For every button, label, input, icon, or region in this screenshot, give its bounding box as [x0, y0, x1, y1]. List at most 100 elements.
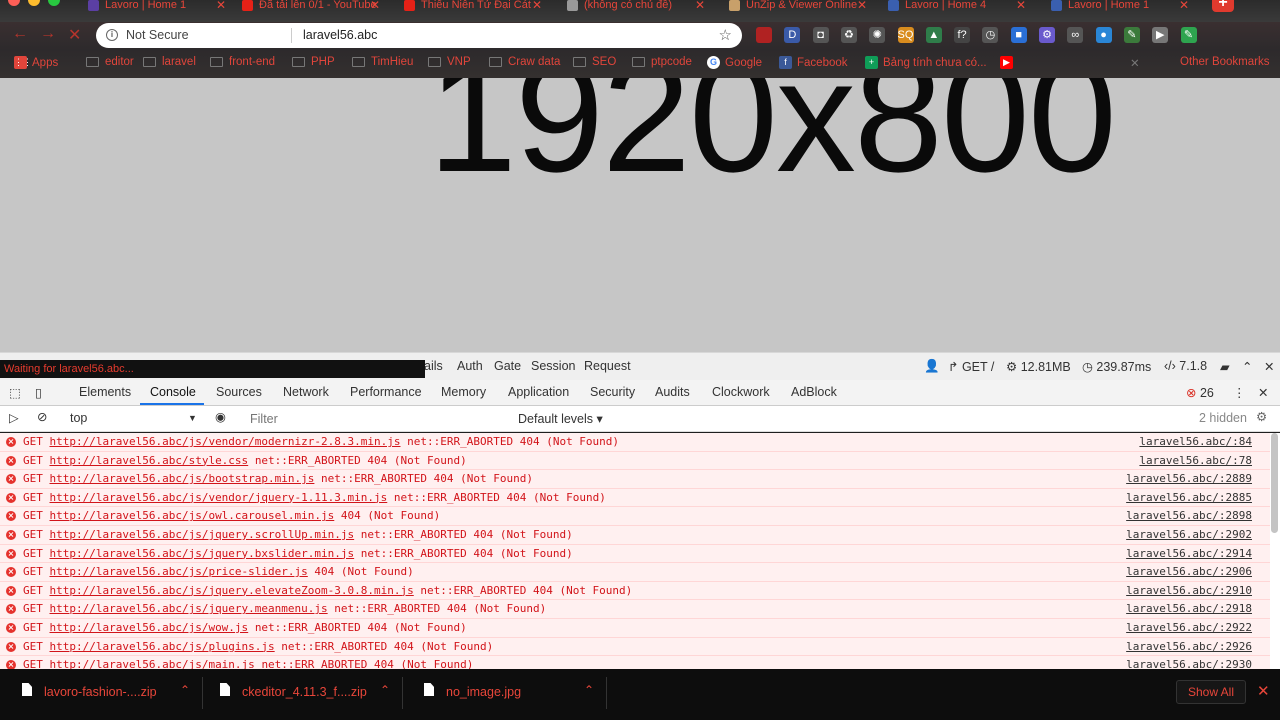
- source-link[interactable]: laravel56.abc/:2918: [1126, 602, 1252, 615]
- request-url-link[interactable]: http://laravel56.abc/style.css: [50, 454, 249, 467]
- source-link[interactable]: laravel56.abc/:2898: [1126, 509, 1252, 522]
- forward-arrow-icon[interactable]: →: [40, 25, 56, 43]
- source-link[interactable]: laravel56.abc/:2930: [1126, 658, 1252, 669]
- hidden-count[interactable]: 2 hidden: [1199, 411, 1247, 425]
- close-debugbar-icon[interactable]: ✕: [1264, 359, 1274, 374]
- play-icon[interactable]: ▶: [1152, 27, 1169, 43]
- close-shelf-icon[interactable]: ✕: [1257, 682, 1270, 700]
- clear-console-icon[interactable]: ⊘: [37, 409, 47, 424]
- tab-close-icon[interactable]: ✕: [532, 0, 542, 12]
- color-picker-icon[interactable]: ✎: [1180, 27, 1197, 43]
- source-link[interactable]: laravel56.abc/:2885: [1126, 491, 1252, 504]
- bookmark-folder[interactable]: laravel: [143, 56, 196, 68]
- ublock-icon[interactable]: [756, 27, 772, 43]
- address-bar[interactable]: i Not Secure laravel56.abc ☆: [96, 23, 742, 48]
- bookmark-folder[interactable]: TimHieu: [352, 56, 413, 68]
- clock-icon[interactable]: ◷: [982, 27, 999, 43]
- bookmarks-close-icon[interactable]: ✕: [1130, 56, 1140, 70]
- debugbar-tab[interactable]: Gate: [494, 359, 521, 373]
- devtools-tab-audits[interactable]: Audits: [655, 385, 690, 399]
- tab-close-icon[interactable]: ✕: [1016, 0, 1026, 12]
- chevron-up-icon[interactable]: ⌃: [1242, 359, 1252, 374]
- devtools-tab-network[interactable]: Network: [283, 385, 329, 399]
- chevron-up-icon[interactable]: ⌃: [584, 683, 594, 697]
- bookmark-folder[interactable]: PHP: [292, 56, 335, 68]
- new-tab-button[interactable]: +: [1212, 0, 1234, 12]
- debugbar-tab[interactable]: Request: [584, 359, 631, 373]
- browser-tab[interactable]: Lavoro | Home 1 ✕: [1045, 0, 1195, 16]
- bookmark-star-icon[interactable]: ☆: [719, 26, 732, 44]
- route-method[interactable]: ↱ GET /: [948, 359, 994, 374]
- devtools-tab-security[interactable]: Security: [590, 385, 635, 399]
- devtools-tab-console[interactable]: Console: [150, 385, 196, 399]
- debugbar-tab[interactable]: Session: [531, 359, 575, 373]
- url-text[interactable]: laravel56.abc: [303, 28, 377, 42]
- request-url-link[interactable]: http://laravel56.abc/js/jquery.meanmenu.…: [50, 602, 328, 615]
- stop-loading-icon[interactable]: ✕: [68, 25, 81, 45]
- device-toolbar-icon[interactable]: ▯: [35, 385, 42, 400]
- request-url-link[interactable]: http://laravel56.abc/js/price-slider.js: [50, 565, 308, 578]
- bookmark-google[interactable]: G Google: [707, 56, 762, 69]
- tab-close-icon[interactable]: ✕: [1179, 0, 1189, 12]
- console-settings-icon[interactable]: ⚙: [1256, 409, 1267, 424]
- request-url-link[interactable]: http://laravel56.abc/js/vendor/modernizr…: [50, 435, 401, 448]
- debugbar-tab[interactable]: Auth: [457, 359, 483, 373]
- recycle-icon[interactable]: ♻: [840, 27, 857, 43]
- source-link[interactable]: laravel56.abc/:2910: [1126, 584, 1252, 597]
- tab-close-icon[interactable]: ✕: [216, 0, 226, 12]
- context-select[interactable]: top ▼: [70, 411, 200, 425]
- globe-icon[interactable]: ●: [1095, 27, 1112, 43]
- bookmark-youtube[interactable]: ▶: [1000, 56, 1018, 69]
- inspect-element-icon[interactable]: ⬚: [9, 385, 21, 400]
- bookmark-folder[interactable]: editor: [86, 56, 134, 68]
- chart-icon[interactable]: ▲: [925, 27, 942, 43]
- maximize-window-button[interactable]: [48, 0, 60, 6]
- download-item[interactable]: no_image.jpg: [446, 685, 521, 699]
- source-link[interactable]: laravel56.abc/:2926: [1126, 640, 1252, 653]
- pen-icon[interactable]: ✎: [1123, 27, 1140, 43]
- close-window-button[interactable]: [8, 0, 20, 6]
- sidebar-toggle-icon[interactable]: ▷: [9, 410, 19, 425]
- devtools-tab-memory[interactable]: Memory: [441, 385, 486, 399]
- browser-tab[interactable]: UnZip & Viewer Online ✕: [723, 0, 873, 16]
- minimize-window-button[interactable]: [28, 0, 40, 6]
- request-url-link[interactable]: http://laravel56.abc/js/vendor/jquery-1.…: [50, 491, 388, 504]
- seo-quake-icon[interactable]: SQ: [897, 27, 914, 43]
- eye-icon[interactable]: ◉: [215, 409, 226, 424]
- request-url-link[interactable]: http://laravel56.abc/js/wow.js: [50, 621, 249, 634]
- settings-icon[interactable]: ⚙: [1039, 27, 1055, 43]
- link-icon[interactable]: ∞: [1067, 27, 1084, 43]
- source-link[interactable]: laravel56.abc/:2902: [1126, 528, 1252, 541]
- source-link[interactable]: laravel56.abc/:2922: [1126, 621, 1252, 634]
- request-url-link[interactable]: http://laravel56.abc/js/jquery.scrollUp.…: [50, 528, 355, 541]
- show-all-button[interactable]: Show All: [1176, 680, 1246, 704]
- tab-close-icon[interactable]: ✕: [857, 0, 867, 12]
- browser-tab[interactable]: Lavoro | Home 1 ✕: [82, 0, 232, 16]
- chevron-up-icon[interactable]: ⌃: [180, 683, 190, 697]
- devtools-tab-elements[interactable]: Elements: [79, 385, 131, 399]
- bookmark-sheets[interactable]: + Bảng tính chưa có...: [865, 56, 987, 69]
- screen-icon[interactable]: ■: [1010, 27, 1027, 43]
- request-url-link[interactable]: http://laravel56.abc/js/plugins.js: [50, 640, 275, 653]
- bookmark-folder[interactable]: Craw data: [489, 56, 560, 68]
- filter-input[interactable]: [244, 409, 510, 429]
- request-url-link[interactable]: http://laravel56.abc/js/bootstrap.min.js: [50, 472, 315, 485]
- browser-tab[interactable]: (không có chủ đề) ✕: [561, 0, 711, 16]
- bookmark-folder[interactable]: front-end: [210, 56, 275, 68]
- info-icon[interactable]: i: [106, 29, 118, 41]
- camera-icon[interactable]: ◘: [812, 27, 829, 43]
- tab-close-icon[interactable]: ✕: [695, 0, 705, 12]
- devtools-tab-sources[interactable]: Sources: [216, 385, 262, 399]
- source-link[interactable]: laravel56.abc/:2906: [1126, 565, 1252, 578]
- chevron-up-icon[interactable]: ⌃: [380, 683, 390, 697]
- gear-extension-icon[interactable]: ✺: [869, 27, 886, 43]
- more-options-icon[interactable]: ⋮: [1233, 385, 1246, 400]
- other-bookmarks[interactable]: Other Bookmarks: [1180, 56, 1269, 68]
- request-url-link[interactable]: http://laravel56.abc/js/jquery.bxslider.…: [50, 547, 355, 560]
- request-url-link[interactable]: http://laravel56.abc/js/main.js: [50, 658, 255, 669]
- download-item[interactable]: lavoro-fashion-....zip: [44, 685, 157, 699]
- security-label[interactable]: Not Secure: [126, 28, 189, 42]
- devtools-tab-application[interactable]: Application: [508, 385, 569, 399]
- request-url-link[interactable]: http://laravel56.abc/js/jquery.elevateZo…: [50, 584, 414, 597]
- request-url-link[interactable]: http://laravel56.abc/js/owl.carousel.min…: [50, 509, 335, 522]
